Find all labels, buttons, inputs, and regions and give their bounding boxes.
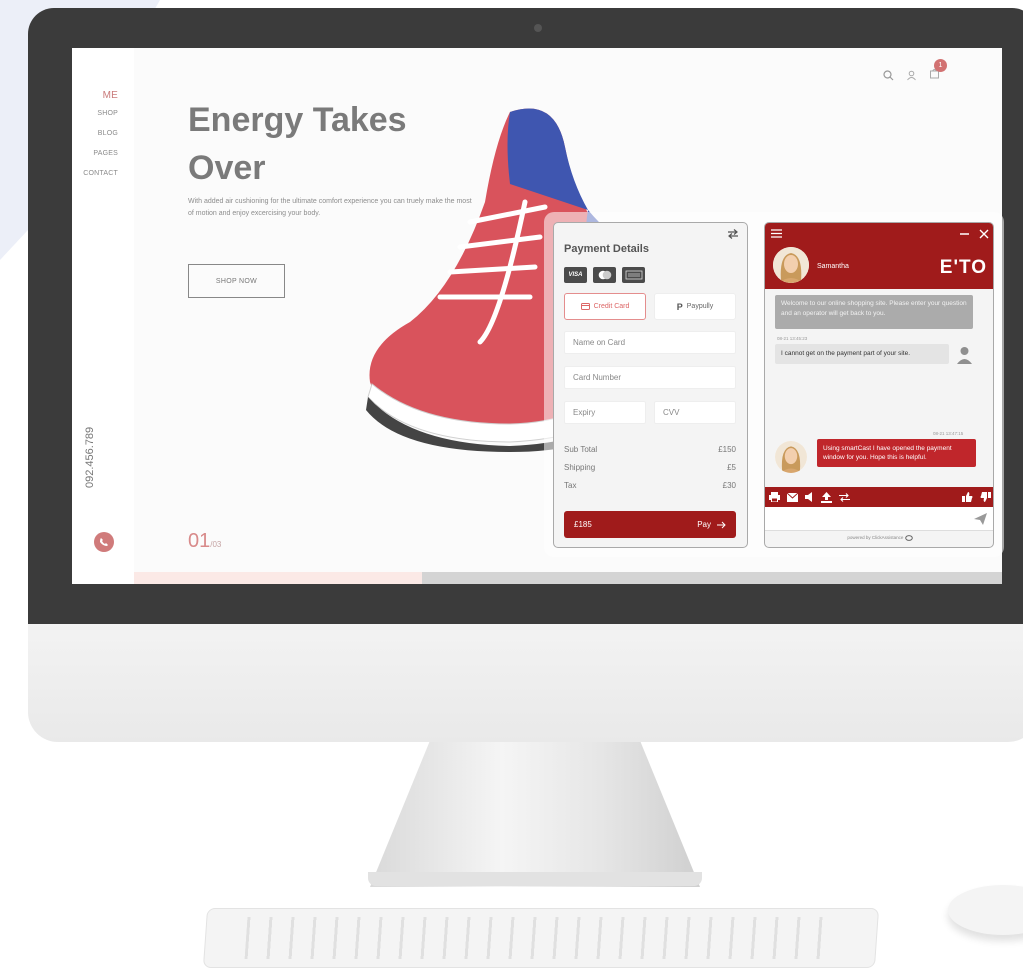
- nav-item-shop[interactable]: SHOP: [83, 110, 118, 117]
- pay-button[interactable]: £185 Pay: [564, 511, 736, 538]
- cart-count-badge: 1: [934, 59, 947, 72]
- camera-icon: [534, 24, 542, 32]
- user-message-time: 08-21 13:45:23: [777, 336, 808, 341]
- phone-icon: [100, 538, 108, 546]
- nav-item-contact[interactable]: CONTACT: [83, 170, 118, 177]
- agent-message-time: 08-21 13:47:15: [933, 431, 964, 436]
- shop-now-button[interactable]: SHOP NOW: [188, 264, 285, 298]
- subtotal-row: Sub Total £150: [564, 445, 736, 454]
- pay-total: £185: [574, 520, 592, 529]
- monitor-stand-base: [368, 872, 702, 886]
- subtotal-label: Sub Total: [564, 445, 598, 454]
- nav-item-home[interactable]: ME: [83, 90, 118, 101]
- sidebar: ME SHOP BLOG PAGES CONTACT 092.456.789: [72, 48, 134, 584]
- tax-value: £30: [722, 481, 736, 490]
- sound-icon[interactable]: [805, 492, 814, 502]
- tax-row: Tax £30: [564, 481, 736, 490]
- bottom-strip-pink: [134, 572, 422, 584]
- powered-by-text: powered by ClickAssistance: [847, 535, 904, 541]
- user-icon[interactable]: [906, 70, 917, 81]
- bottom-strip-grey: [422, 572, 1002, 584]
- chat-panel: Samantha E'TO Welcome to our online shop…: [764, 222, 994, 548]
- subtotal-value: £150: [718, 445, 736, 454]
- credit-card-tab[interactable]: Credit Card: [564, 293, 646, 320]
- credit-card-label: Credit Card: [593, 303, 630, 310]
- header-icons: 1: [883, 59, 947, 84]
- brand-logo: E'TO: [939, 257, 987, 278]
- nav-item-blog[interactable]: BLOG: [83, 130, 118, 137]
- cvv-input[interactable]: CVV: [654, 401, 736, 424]
- print-icon[interactable]: [769, 492, 780, 502]
- email-icon[interactable]: [787, 492, 798, 502]
- menu-icon[interactable]: [771, 229, 782, 238]
- minimize-icon[interactable]: [960, 233, 969, 235]
- agent-name: Samantha: [817, 263, 849, 270]
- visa-icon: VISA: [564, 267, 587, 283]
- arrow-right-icon: [717, 521, 726, 528]
- credit-card-icon: [580, 303, 590, 310]
- slide-current: 01: [188, 530, 211, 552]
- slide-total: /03: [210, 540, 222, 549]
- swap-icon[interactable]: [727, 229, 739, 239]
- user-message: I cannot get on the payment part of your…: [775, 344, 949, 364]
- search-icon[interactable]: [883, 69, 894, 81]
- cart-button[interactable]: 1: [929, 59, 947, 84]
- payment-title: Payment Details: [564, 243, 649, 255]
- pay-action: Pay: [697, 520, 726, 529]
- transfer-icon[interactable]: [839, 492, 850, 502]
- shipping-row: Shipping £5: [564, 463, 736, 472]
- chat-message-input[interactable]: [765, 507, 993, 531]
- upload-icon[interactable]: [821, 491, 832, 503]
- paypal-label: Paypully: [686, 303, 714, 310]
- nav-item-pages[interactable]: PAGES: [83, 150, 118, 157]
- paypal-icon: P: [676, 301, 683, 312]
- phone-number: 092.456.789: [84, 426, 96, 488]
- expiry-input[interactable]: Expiry: [564, 401, 646, 424]
- paypal-tab[interactable]: P Paypully: [654, 293, 736, 320]
- operator-welcome-message: Welcome to our online shopping site. Ple…: [775, 295, 973, 329]
- amex-icon: [622, 267, 645, 283]
- user-avatar-icon: [957, 347, 972, 364]
- powered-by: powered by ClickAssistance: [765, 535, 993, 541]
- close-icon[interactable]: [979, 229, 989, 239]
- thumbs-up-icon[interactable]: [962, 492, 973, 502]
- chat-header: Samantha E'TO: [765, 223, 993, 289]
- clickassistance-logo-icon: [904, 535, 913, 541]
- main-nav: ME SHOP BLOG PAGES CONTACT: [83, 90, 118, 190]
- agent-message-avatar: [775, 441, 807, 473]
- shipping-value: £5: [727, 463, 736, 472]
- agent-message: Using smartCast I have opened the paymen…: [817, 439, 976, 467]
- thumbs-down-icon[interactable]: [980, 492, 991, 502]
- card-brands: VISA: [564, 267, 645, 283]
- name-on-card-input[interactable]: Name on Card: [564, 331, 736, 354]
- chat-toolbar: [765, 487, 993, 507]
- payment-panel: Payment Details VISA Credit Card P Paypu…: [553, 222, 748, 548]
- send-icon[interactable]: [974, 513, 987, 525]
- call-button[interactable]: [94, 532, 114, 552]
- slide-counter: 01/03: [188, 530, 221, 553]
- shipping-label: Shipping: [564, 463, 596, 472]
- keyboard: [202, 908, 880, 968]
- card-number-input[interactable]: Card Number: [564, 366, 736, 389]
- mastercard-icon: [593, 267, 616, 283]
- monitor-chin: [28, 622, 1023, 742]
- tax-label: Tax: [564, 481, 577, 490]
- agent-avatar: [773, 247, 809, 283]
- pay-label: Pay: [697, 520, 711, 529]
